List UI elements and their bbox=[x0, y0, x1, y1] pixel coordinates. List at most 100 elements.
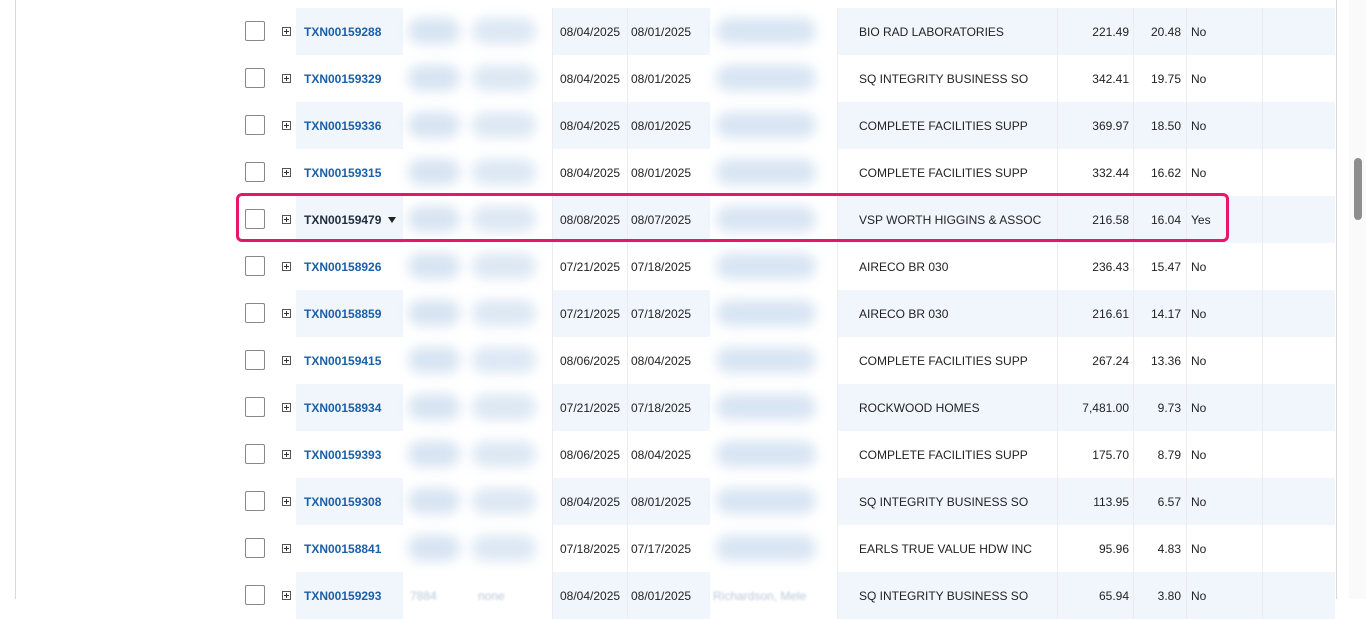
transaction-id-link[interactable]: TXN00159308 bbox=[304, 495, 381, 509]
amount-cell: 95.96 bbox=[1098, 542, 1129, 556]
expand-plus-icon[interactable] bbox=[282, 356, 291, 365]
row-select-checkbox[interactable] bbox=[245, 397, 265, 417]
transaction-id-link[interactable]: TXN00159479 bbox=[304, 213, 381, 227]
column-divider bbox=[627, 525, 628, 572]
expand-plus-icon[interactable] bbox=[282, 215, 291, 224]
expand-plus-icon[interactable] bbox=[282, 450, 291, 459]
table-row[interactable]: TXN00159308 08/04/2025 08/01/2025 SQ INTEGR… bbox=[236, 478, 1335, 525]
column-divider bbox=[1057, 572, 1058, 619]
vendor-cell: COMPLETE FACILITIES SUPP bbox=[859, 448, 1028, 462]
column-divider bbox=[837, 572, 838, 619]
column-divider bbox=[1133, 384, 1134, 431]
column-divider bbox=[1186, 55, 1187, 102]
flag-cell: No bbox=[1191, 589, 1207, 603]
redacted-cell bbox=[716, 159, 816, 185]
redacted-cell bbox=[472, 488, 536, 514]
row-select-checkbox[interactable] bbox=[245, 444, 265, 464]
column-divider bbox=[837, 102, 838, 149]
redacted-cell bbox=[472, 206, 536, 232]
column-divider bbox=[1186, 572, 1187, 619]
column-divider bbox=[552, 337, 553, 384]
transaction-id-link[interactable]: TXN00159393 bbox=[304, 448, 381, 462]
column-divider bbox=[552, 102, 553, 149]
transaction-id-link[interactable]: TXN00158859 bbox=[304, 307, 381, 321]
vendor-cell: EARLS TRUE VALUE HDW INC bbox=[859, 542, 1032, 556]
table-row[interactable]: TXN00158934 07/21/2025 07/18/2025 ROCKWOOD … bbox=[236, 384, 1335, 431]
expand-plus-icon[interactable] bbox=[282, 403, 291, 412]
expand-plus-icon[interactable] bbox=[282, 168, 291, 177]
table-row[interactable]: TXN00159288 08/04/2025 08/01/2025 BIO RAD L… bbox=[236, 8, 1335, 55]
row-select-checkbox[interactable] bbox=[245, 491, 265, 511]
percent-cell: 16.04 bbox=[1150, 213, 1181, 227]
column-divider bbox=[552, 290, 553, 337]
table-row[interactable]: TXN00159479 08/08/2025 08/07/2025 VSP WORTH… bbox=[236, 196, 1335, 243]
transaction-id-link[interactable]: TXN00159288 bbox=[304, 25, 381, 39]
table-row[interactable]: TXN00159293 7884 none Richardson, Mele 08/04… bbox=[236, 572, 1335, 619]
transaction-id-link[interactable]: TXN00159315 bbox=[304, 166, 381, 180]
redacted-cell bbox=[408, 65, 460, 91]
flag-cell: Yes bbox=[1191, 213, 1211, 227]
column-divider bbox=[552, 572, 553, 619]
redacted-cell bbox=[408, 535, 460, 561]
table-row[interactable]: TXN00159315 08/04/2025 08/01/2025 COMPLETE … bbox=[236, 149, 1335, 196]
vertical-scrollbar[interactable] bbox=[1349, 0, 1366, 599]
row-select-checkbox[interactable] bbox=[245, 538, 265, 558]
transaction-id-link[interactable]: TXN00158934 bbox=[304, 401, 381, 415]
redacted-cell bbox=[472, 535, 536, 561]
scrollbar-thumb[interactable] bbox=[1354, 158, 1362, 220]
vendor-cell: VSP WORTH HIGGINS & ASSOC bbox=[859, 213, 1042, 227]
column-divider bbox=[552, 384, 553, 431]
amount-cell: 7,481.00 bbox=[1082, 401, 1129, 415]
redacted-cell bbox=[472, 65, 536, 91]
row-select-checkbox[interactable] bbox=[245, 209, 265, 229]
expand-plus-icon[interactable] bbox=[282, 497, 291, 506]
column-divider bbox=[837, 55, 838, 102]
transaction-id-link[interactable]: TXN00159336 bbox=[304, 119, 381, 133]
table-row[interactable]: TXN00158859 07/21/2025 07/18/2025 AIRECO BR… bbox=[236, 290, 1335, 337]
flag-cell: No bbox=[1191, 354, 1207, 368]
expand-plus-icon[interactable] bbox=[282, 544, 291, 553]
column-divider bbox=[627, 243, 628, 290]
transaction-id-link[interactable]: TXN00159293 bbox=[304, 589, 381, 603]
amount-cell: 221.49 bbox=[1092, 25, 1129, 39]
row-select-checkbox[interactable] bbox=[245, 585, 265, 605]
table-row[interactable]: TXN00159336 08/04/2025 08/01/2025 COMPLETE … bbox=[236, 102, 1335, 149]
date-cell: 08/04/2025 bbox=[560, 119, 621, 133]
table-row[interactable]: TXN00159393 08/06/2025 08/04/2025 COMPLETE … bbox=[236, 431, 1335, 478]
amount-cell: 342.41 bbox=[1092, 72, 1129, 86]
caret-down-icon[interactable] bbox=[388, 217, 396, 223]
column-divider bbox=[627, 102, 628, 149]
date-cell: 08/04/2025 bbox=[631, 448, 692, 462]
row-select-checkbox[interactable] bbox=[245, 350, 265, 370]
transactions-table: TXN00159288 08/04/2025 08/01/2025 BIO RAD L… bbox=[236, 8, 1335, 619]
table-row[interactable]: TXN00159415 08/06/2025 08/04/2025 COMPLETE … bbox=[236, 337, 1335, 384]
expand-plus-icon[interactable] bbox=[282, 309, 291, 318]
column-divider bbox=[552, 149, 553, 196]
date-cell: 08/01/2025 bbox=[631, 495, 692, 509]
date-cell: 07/18/2025 bbox=[631, 260, 692, 274]
column-divider bbox=[1262, 290, 1263, 337]
row-select-checkbox[interactable] bbox=[245, 162, 265, 182]
percent-cell: 15.47 bbox=[1150, 260, 1181, 274]
row-select-checkbox[interactable] bbox=[245, 256, 265, 276]
expand-plus-icon[interactable] bbox=[282, 27, 291, 36]
transaction-id-link[interactable]: TXN00158841 bbox=[304, 542, 381, 556]
row-select-checkbox[interactable] bbox=[245, 68, 265, 88]
row-select-checkbox[interactable] bbox=[245, 303, 265, 323]
row-select-checkbox[interactable] bbox=[245, 115, 265, 135]
percent-cell: 4.83 bbox=[1157, 542, 1181, 556]
expand-plus-icon[interactable] bbox=[282, 121, 291, 130]
transaction-id-link[interactable]: TXN00159415 bbox=[304, 354, 381, 368]
amount-cell: 175.70 bbox=[1092, 448, 1129, 462]
table-row[interactable]: TXN00158926 07/21/2025 07/18/2025 AIRECO BR… bbox=[236, 243, 1335, 290]
percent-cell: 20.48 bbox=[1150, 25, 1181, 39]
expand-plus-icon[interactable] bbox=[282, 262, 291, 271]
expand-plus-icon[interactable] bbox=[282, 74, 291, 83]
percent-cell: 19.75 bbox=[1150, 72, 1181, 86]
column-divider bbox=[627, 196, 628, 243]
transaction-id-link[interactable]: TXN00159329 bbox=[304, 72, 381, 86]
row-select-checkbox[interactable] bbox=[245, 21, 265, 41]
table-row[interactable]: TXN00158841 07/18/2025 07/17/2025 EARLS TRU… bbox=[236, 525, 1335, 572]
table-row[interactable]: TXN00159329 08/04/2025 08/01/2025 SQ INTEGR… bbox=[236, 55, 1335, 102]
transaction-id-link[interactable]: TXN00158926 bbox=[304, 260, 381, 274]
